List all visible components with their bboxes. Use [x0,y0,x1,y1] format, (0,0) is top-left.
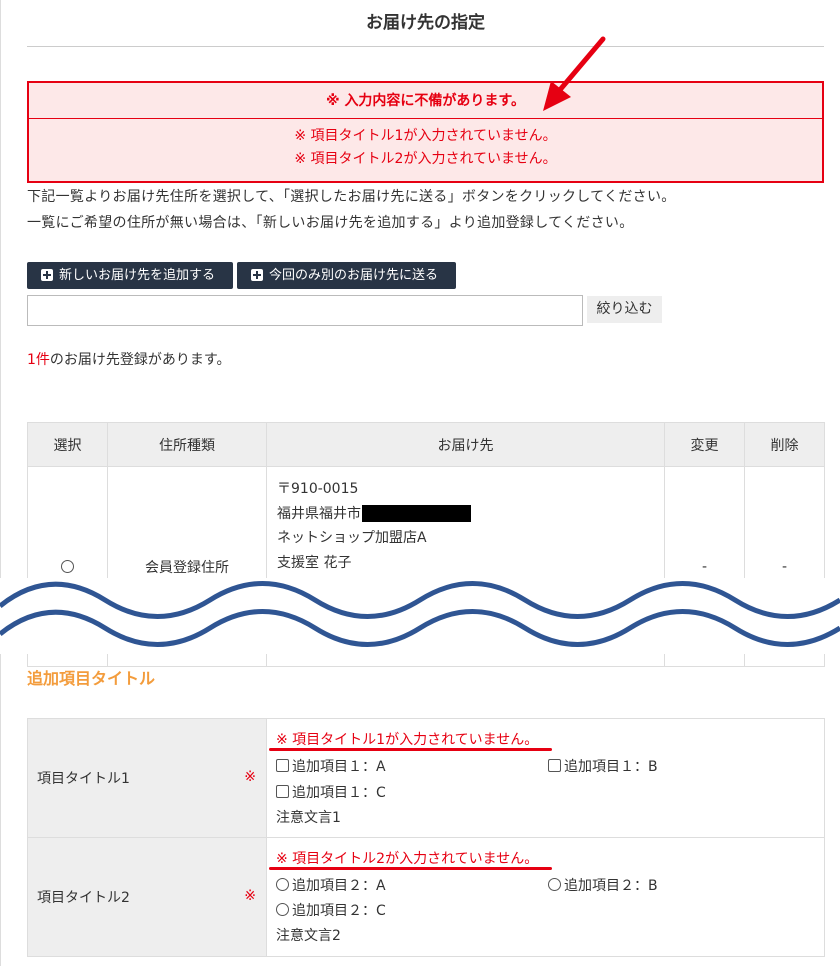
checkbox[interactable] [276,759,289,772]
item-input-cell: ※ 項目タイトル2が入力されていません。 追加項目２：A 追加項目２：B 追加項… [266,837,825,957]
radio-option[interactable]: 追加項目２：A [276,875,386,895]
filter-button[interactable]: 絞り込む [587,296,662,323]
column-header-address-type: 住所種類 [107,422,267,467]
redaction-block [362,505,471,522]
item-input-cell: ※ 項目タイトル1が入力されていません。 追加項目１：A 追加項目１：B 追加項… [266,718,825,838]
send-to-other-address-button[interactable]: 今回のみ別のお届け先に送る [237,262,456,289]
radio-button[interactable] [548,878,561,891]
checkbox[interactable] [276,785,289,798]
send-to-other-address-label: 今回のみ別のお届け先に送る [269,268,439,283]
error-summary-item: ※ 項目タイトル2が入力されていません。 [294,151,557,167]
filter-input[interactable] [27,295,583,326]
annotation-arrow-icon [543,36,606,111]
column-header-destination: お届け先 [266,422,665,467]
address-city: 福井県福井市 [277,505,361,522]
table-row: 項目タイトル1 ※ ※ 項目タイトル1が入力されていません。 追加項目１：A 追… [27,718,825,838]
column-header-delete: 削除 [744,422,825,467]
option-label: 追加項目２：A [292,878,386,894]
radio-button[interactable] [276,903,289,916]
option-label: 追加項目２：C [292,903,386,919]
error-underline [269,867,552,870]
table-row: 項目タイトル2 ※ ※ 項目タイトル2が入力されていません。 追加項目２：A 追… [27,837,825,957]
item-label-cell: 項目タイトル2 ※ [27,837,267,957]
title-divider [27,46,824,47]
checkbox-option[interactable]: 追加項目１：A [276,756,386,776]
item-label-cell: 項目タイトル1 ※ [27,718,267,838]
wave-divider-icon [0,581,840,647]
radio-button[interactable] [276,878,289,891]
item-error-message: ※ 項目タイトル2が入力されていません。 [276,848,538,868]
recipient-name: 支援室 花子 [277,554,352,571]
column-header-select: 選択 [27,422,108,467]
item-error-text: ※ 項目タイトル1が入力されていません。 [276,732,539,748]
required-mark: ※ [244,888,256,904]
error-underline [269,748,552,751]
section-break-wave [0,578,840,654]
section-title: 追加項目タイトル [27,669,156,688]
error-summary-heading: ※ 入力内容に不備があります。 [29,83,822,119]
shop-name: ネットショップ加盟店A [277,530,427,546]
address-count-text: のお届け先登録があります。 [49,352,231,368]
table-header-row: 選択 住所種類 お届け先 変更 削除 [27,422,825,467]
plus-icon [251,269,263,281]
item-note: 注意文言2 [276,928,341,944]
error-summary-item: ※ 項目タイトル1が入力されていません。 [294,128,557,144]
checkbox[interactable] [548,759,561,772]
address-line: 福井県福井市 [277,502,664,527]
item-label: 項目タイトル1 [37,771,130,787]
option-label: 追加項目１：B [564,759,658,775]
column-header-edit: 変更 [664,422,745,467]
checkbox-option[interactable]: 追加項目１：C [276,782,386,802]
radio-option[interactable]: 追加項目２：B [548,875,658,895]
item-error-message: ※ 項目タイトル1が入力されていません。 [276,729,538,749]
option-label: 追加項目２：B [564,878,658,894]
additional-items-table: 項目タイトル1 ※ ※ 項目タイトル1が入力されていません。 追加項目１：A 追… [27,718,825,957]
option-label: 追加項目１：C [292,785,386,801]
error-summary-box: ※ 入力内容に不備があります。 ※ 項目タイトル1が入力されていません。 ※ 項… [27,81,824,183]
add-new-address-label: 新しいお届け先を追加する [59,268,216,283]
postal-code: 〒910-0015 [277,481,359,497]
address-select-radio[interactable] [61,560,74,573]
option-label: 追加項目１：A [292,759,386,775]
instruction-text: 下記一覧よりお届け先住所を選択して、「選択したお届け先に送る」ボタンをクリックし… [27,189,676,205]
plus-icon [41,269,53,281]
item-note: 注意文言1 [276,810,341,826]
checkbox-option[interactable]: 追加項目１：B [548,756,658,776]
address-count: 1件のお届け先登録があります。 [27,349,231,369]
radio-option[interactable]: 追加項目２：C [276,900,386,920]
address-count-number: 1件 [27,352,50,368]
page-title: お届け先の指定 [366,13,485,33]
item-label: 項目タイトル2 [37,890,130,906]
item-error-text: ※ 項目タイトル2が入力されていません。 [276,851,539,867]
add-new-address-button[interactable]: 新しいお届け先を追加する [27,262,233,289]
instruction-text: 一覧にご希望の住所が無い場合は、「新しいお届け先を追加する」より追加登録してくだ… [27,215,634,231]
required-mark: ※ [244,769,256,785]
page-border [0,0,1,966]
